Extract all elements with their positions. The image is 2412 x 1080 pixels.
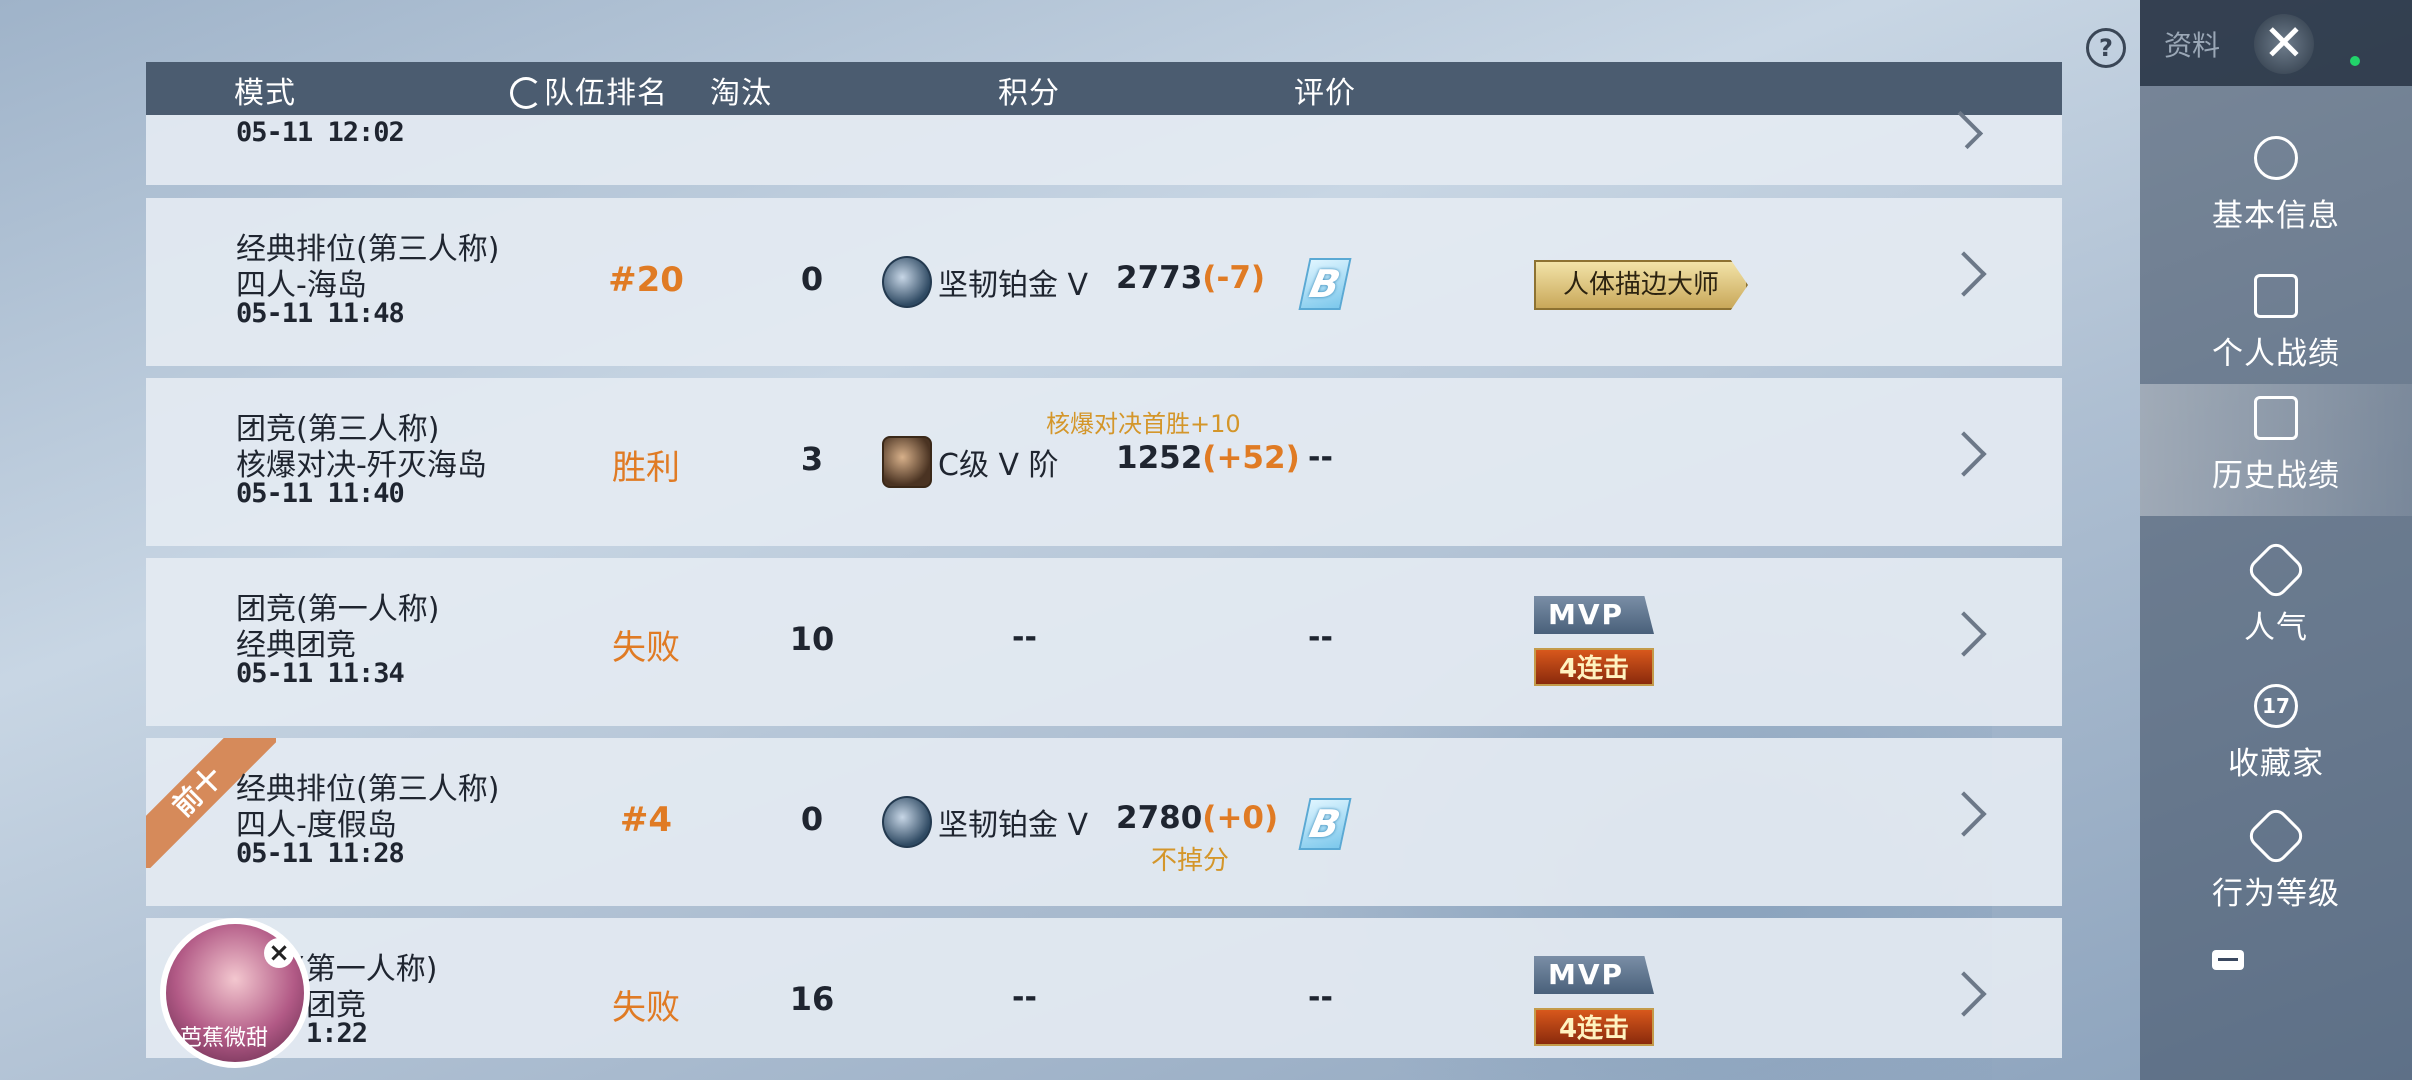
sidebar-item-label: 人气 [2244, 610, 2308, 646]
kills: 3 [800, 440, 824, 478]
chevron-right-icon[interactable] [1941, 251, 1987, 297]
grade-badge: B [1298, 258, 1352, 310]
header-team-rank[interactable]: 队伍排名 [510, 68, 668, 112]
mvp-badge: MVP [1534, 956, 1654, 994]
score-bonus-note: 核爆对决首胜+10 [1046, 410, 1241, 438]
grade-empty: -- [1308, 980, 1333, 1015]
sidebar-item-history[interactable]: 历史战绩 [2140, 384, 2412, 516]
chevron-right-icon[interactable] [1941, 431, 1987, 477]
mvp-badge: MVP [1534, 596, 1654, 634]
chevron-right-icon[interactable] [1941, 611, 1987, 657]
platinum-tier-icon [882, 796, 932, 848]
menu-icon[interactable] [2212, 950, 2244, 970]
header-kills: 淘汰 [710, 76, 772, 111]
table-row[interactable]: 经典排位(第三人称) 四人-海岛 05-11 11:48 #20 0 坚韧铂金 … [146, 198, 2062, 366]
table-row[interactable]: (第一人称) 团竞 1:22 失败 16 -- -- MVP 4连击 [146, 918, 2062, 1058]
sidebar-item-label: 基本信息 [2212, 198, 2340, 234]
header-mode: 模式 [234, 76, 296, 111]
tier-name: 坚韧铂金 V [938, 808, 1089, 843]
popularity-icon [2244, 538, 2308, 602]
score-empty: -- [1012, 980, 1037, 1015]
kills: 0 [800, 260, 824, 298]
match-time: 1:22 [306, 1018, 368, 1049]
close-icon[interactable]: ✕ [2254, 14, 2314, 74]
table-row[interactable]: 团竞(第三人称) 核爆对决-歼灭海岛 05-11 11:40 胜利 3 C级 V… [146, 378, 2062, 546]
streak-badge: 4连击 [1534, 1008, 1654, 1046]
table-row[interactable]: 05-11 12:02 [146, 110, 2062, 185]
sidebar-item-behavior[interactable]: 行为等级 [2140, 802, 2412, 934]
team-rank: #20 [608, 260, 684, 300]
kills: 0 [800, 800, 824, 838]
no-loss-note: 不掉分 [1151, 846, 1230, 876]
table-row[interactable]: 前十 经典排位(第三人称) 四人-度假岛 05-11 11:28 #4 0 坚韧… [146, 738, 2062, 906]
tier-name: 坚韧铂金 V [938, 268, 1089, 303]
chart-doc-icon [2254, 274, 2298, 318]
score: 2780(+0) [1116, 800, 1279, 836]
chevron-right-icon[interactable] [1941, 971, 1987, 1017]
tier-name: C级 V 阶 [938, 448, 1059, 483]
sidebar-item-label: 行为等级 [2212, 876, 2340, 912]
collector-icon: 17 [2254, 684, 2298, 728]
behavior-icon [2244, 804, 2308, 868]
grade-empty: -- [1308, 620, 1333, 655]
person-icon [2254, 136, 2298, 180]
grade-empty: -- [1308, 440, 1333, 475]
team-rank: #4 [619, 800, 673, 840]
sidebar-item-personal-stats[interactable]: 个人战绩 [2140, 262, 2412, 394]
sidebar-item-label: 个人战绩 [2212, 336, 2340, 372]
match-time: 05-11 11:28 [236, 838, 405, 869]
table-row[interactable]: 团竞(第一人称) 经典团竞 05-11 11:34 失败 10 -- -- MV… [146, 558, 2062, 726]
match-result: 失败 [612, 628, 680, 668]
header-score: 积分 [998, 76, 1060, 111]
sidebar-item-popularity[interactable]: 人气 [2140, 536, 2412, 668]
streak-badge: 4连击 [1534, 648, 1654, 686]
profile-tab-label[interactable]: 资料 [2164, 24, 2220, 64]
help-icon[interactable]: ? [2086, 28, 2126, 68]
match-time: 05-11 11:34 [236, 658, 405, 689]
kills: 10 [789, 620, 835, 658]
online-status-dot [2350, 56, 2360, 66]
table-header: 模式 队伍排名 淘汰 积分 评价 [146, 62, 2062, 115]
match-time: 05-11 11:48 [236, 298, 405, 329]
chevron-right-icon[interactable] [1944, 110, 1984, 150]
match-time: 05-11 12:02 [236, 117, 405, 148]
avatar-watermark: 芭蕉微甜 [180, 1026, 269, 1051]
match-result: 胜利 [612, 448, 680, 488]
score-empty: -- [1012, 620, 1037, 655]
score: 2773(-7) [1116, 260, 1266, 296]
match-time: 05-11 11:40 [236, 478, 405, 509]
match-result: 失败 [612, 988, 680, 1028]
refresh-icon[interactable] [510, 76, 542, 109]
score: 1252(+52) [1116, 440, 1300, 476]
history-doc-icon [2254, 396, 2298, 440]
tdm-tier-icon [882, 436, 932, 488]
sidebar-item-label: 收藏家 [2228, 746, 2324, 782]
sidebar-item-label: 历史战绩 [2212, 458, 2340, 494]
title-badge: 人体描边大师 [1534, 260, 1748, 310]
sidebar-item-basic-info[interactable]: 基本信息 [2140, 124, 2412, 256]
sidebar-item-collector[interactable]: 17 收藏家 [2140, 672, 2412, 804]
platinum-tier-icon [882, 256, 932, 308]
grade-badge: B [1298, 798, 1352, 850]
header-rating: 评价 [1294, 76, 1356, 111]
chevron-right-icon[interactable] [1941, 791, 1987, 837]
kills: 16 [789, 980, 835, 1018]
avatar-close-icon[interactable]: × [264, 938, 294, 968]
